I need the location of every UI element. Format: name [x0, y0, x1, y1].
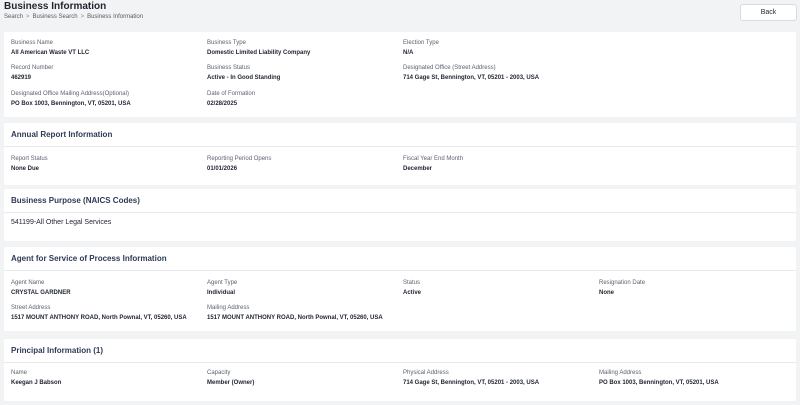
office-mailing-value: PO Box 1003, Bennington, VT, 05201, USA	[11, 101, 131, 107]
breadcrumb: Search > Business Search > Business Info…	[4, 14, 143, 20]
business-status-field: Business Status Active - In Good Standin…	[207, 64, 280, 82]
agent-card: Agent for Service of Process Information…	[4, 247, 796, 331]
section-title: Business Purpose (NAICS Codes)	[4, 189, 796, 213]
field-label: Name	[11, 370, 28, 376]
breadcrumb-item-search[interactable]: Search	[4, 14, 23, 20]
reporting-period-value: 01/01/2026	[207, 166, 238, 172]
principal-physical-value: 714 Gage St, Bennington, VT, 05201 - 200…	[403, 380, 540, 386]
field-label: Designated Office (Street Address)	[403, 65, 496, 71]
report-status-field: Report Status None Due	[11, 155, 48, 173]
section-title: Agent for Service of Process Information	[4, 247, 796, 271]
business-details-card: Business Name All American Waste VT LLC …	[4, 32, 796, 117]
breadcrumb-separator: >	[26, 14, 30, 20]
principal-card: Principal Information (1) Name Keegan J …	[4, 339, 796, 401]
business-type-field: Business Type Domestic Limited Liability…	[207, 39, 310, 57]
agent-name-value: CRYSTAL GARDNER	[11, 290, 71, 296]
field-label: Agent Type	[207, 280, 238, 286]
agent-mailing-value: 1517 MOUNT ANTHONY ROAD, North Pownal, V…	[207, 315, 383, 321]
field-label: Fiscal Year End Month	[403, 156, 464, 162]
reporting-period-field: Reporting Period Opens 01/01/2026	[207, 155, 271, 173]
election-type-field: Election Type N/A	[403, 39, 439, 57]
field-label: Physical Address	[403, 370, 449, 376]
principal-name-value: Keegan J Babson	[11, 380, 62, 386]
designated-office-value: 714 Gage St, Bennington, VT, 05201 - 200…	[403, 75, 540, 81]
office-mailing-field: Designated Office Mailing Address(Option…	[11, 90, 131, 108]
business-status-value: Active - In Good Standing	[207, 75, 281, 81]
resignation-date-field: Resignation Date None	[599, 279, 645, 297]
agent-street-field: Street Address 1517 MOUNT ANTHONY ROAD, …	[11, 304, 187, 322]
agent-type-field: Agent Type Individual	[207, 279, 237, 297]
page-title: Business Information	[4, 1, 107, 12]
field-label: Election Type	[403, 40, 439, 46]
section-title: Principal Information (1)	[4, 339, 796, 363]
principal-mailing-field: Mailing Address PO Box 1003, Bennington,…	[599, 369, 719, 387]
field-label: Business Type	[207, 40, 246, 46]
resignation-date-value: None	[599, 290, 614, 296]
agent-street-value: 1517 MOUNT ANTHONY ROAD, North Pownal, V…	[11, 315, 187, 321]
field-label: Designated Office Mailing Address(Option…	[11, 91, 129, 97]
field-label: Resignation Date	[599, 280, 646, 286]
annual-report-card: Annual Report Information Report Status …	[4, 123, 796, 185]
principal-name-field: Name Keegan J Babson	[11, 369, 61, 387]
field-label: Report Status	[11, 156, 48, 162]
section-title: Annual Report Information	[4, 123, 796, 147]
business-name-value: All American Waste VT LLC	[11, 50, 90, 56]
agent-mailing-field: Mailing Address 1517 MOUNT ANTHONY ROAD,…	[207, 304, 383, 322]
field-label: Street Address	[11, 305, 51, 311]
field-label: Business Name	[11, 40, 54, 46]
field-label: Mailing Address	[599, 370, 642, 376]
record-number-field: Record Number 462919	[11, 64, 53, 82]
election-type-value: N/A	[403, 50, 414, 56]
fiscal-year-value: December	[403, 166, 433, 172]
principal-capacity-value: Member (Owner)	[207, 380, 255, 386]
back-button[interactable]: Back	[740, 4, 797, 21]
principal-mailing-value: PO Box 1003, Bennington, VT, 05201, USA	[599, 380, 719, 386]
fiscal-year-field: Fiscal Year End Month December	[403, 155, 463, 173]
agent-name-field: Agent Name CRYSTAL GARDNER	[11, 279, 71, 297]
field-label: Status	[403, 280, 421, 286]
business-purpose-card: Business Purpose (NAICS Codes) 541199-Al…	[4, 189, 796, 241]
agent-type-value: Individual	[207, 290, 236, 296]
breadcrumb-item-current: Business Information	[87, 14, 144, 20]
field-label: Reporting Period Opens	[207, 156, 272, 162]
field-label: Agent Name	[11, 280, 45, 286]
breadcrumb-item-business-search[interactable]: Business Search	[33, 14, 78, 20]
date-of-formation-value: 02/28/2025	[207, 101, 238, 107]
field-label: Date of Formation	[207, 91, 256, 97]
field-label: Business Status	[207, 65, 251, 71]
business-name-field: Business Name All American Waste VT LLC	[11, 39, 89, 57]
field-label: Capacity	[207, 370, 231, 376]
record-number-value: 462919	[11, 75, 32, 81]
breadcrumb-separator: >	[80, 14, 85, 20]
business-type-value: Domestic Limited Liability Company	[207, 50, 311, 56]
agent-status-value: Active	[403, 290, 422, 296]
report-status-value: None Due	[11, 166, 40, 172]
naics-code-value: 541199-All Other Legal Services	[11, 219, 112, 226]
field-label: Mailing Address	[207, 305, 250, 311]
agent-status-field: Status Active	[403, 279, 421, 297]
designated-office-field: Designated Office (Street Address) 714 G…	[403, 64, 539, 82]
principal-capacity-field: Capacity Member (Owner)	[207, 369, 254, 387]
date-of-formation-field: Date of Formation 02/28/2025	[207, 90, 255, 108]
field-label: Record Number	[11, 65, 54, 71]
principal-physical-field: Physical Address 714 Gage St, Bennington…	[403, 369, 539, 387]
